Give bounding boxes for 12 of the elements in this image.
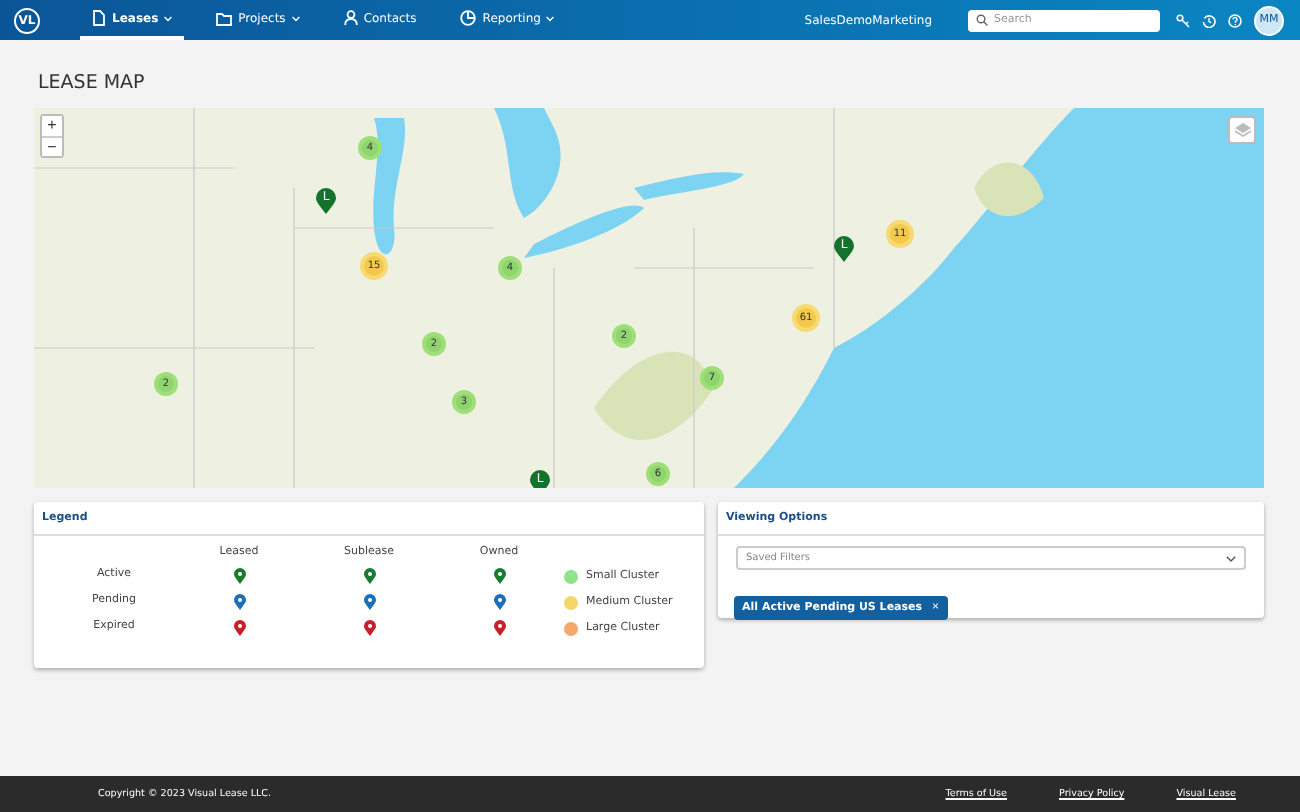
history-icon[interactable] xyxy=(1202,13,1216,27)
document-icon xyxy=(92,10,106,26)
folder-icon xyxy=(216,11,233,25)
page-title: LEASE MAP xyxy=(38,72,147,94)
zoom-out-button[interactable]: − xyxy=(42,136,62,156)
help-icon[interactable] xyxy=(1228,13,1242,27)
chevron-down-icon xyxy=(1226,555,1236,561)
person-icon xyxy=(343,10,358,26)
layers-icon xyxy=(1233,122,1251,138)
pie-chart-icon xyxy=(460,10,477,26)
search-icon xyxy=(976,14,988,26)
key-icon[interactable] xyxy=(1176,13,1190,27)
